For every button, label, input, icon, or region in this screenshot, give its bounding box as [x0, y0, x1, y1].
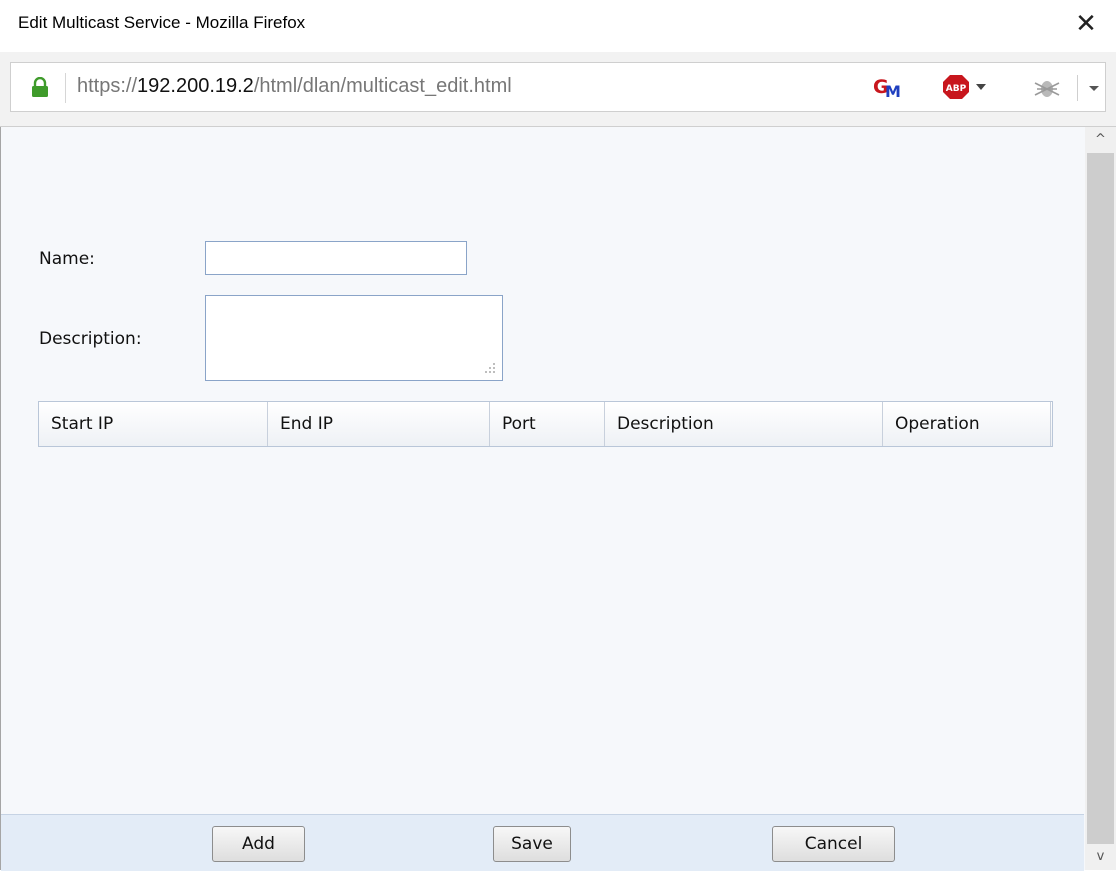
scroll-down-button[interactable]: v — [1085, 844, 1116, 870]
save-button[interactable]: Save — [493, 826, 571, 862]
url-host: 192.200.19.2 — [137, 75, 254, 97]
page-content: Name: Description: Start IP End IP Port … — [0, 127, 1085, 871]
url-path: /html/dlan/multicast_edit.html — [253, 75, 512, 97]
column-header-operation[interactable]: Operation — [883, 402, 1051, 446]
description-label: Description: — [39, 329, 142, 349]
toolbar-divider — [1077, 75, 1078, 101]
lock-icon[interactable] — [31, 77, 49, 97]
column-header-port[interactable]: Port — [490, 402, 605, 446]
window-title: Edit Multicast Service - Mozilla Firefox — [18, 13, 306, 32]
firebug-icon[interactable] — [1033, 75, 1061, 101]
greasemonkey-icon[interactable]: G M — [873, 75, 903, 99]
scroll-up-button[interactable]: ^ — [1085, 127, 1116, 153]
close-window-button[interactable]: ✕ — [1068, 6, 1104, 42]
name-label: Name: — [39, 249, 95, 269]
url-scheme: https:// — [77, 75, 138, 97]
svg-text:ABP: ABP — [946, 84, 967, 94]
name-input[interactable] — [205, 241, 467, 275]
multicast-table-header: Start IP End IP Port Description Operati… — [38, 401, 1053, 447]
menu-arrow-icon[interactable] — [1087, 81, 1101, 95]
url-bar[interactable]: https://192.200.19.2/html/dlan/multicast… — [10, 62, 1106, 112]
url-text[interactable]: https://192.200.19.2/html/dlan/multicast… — [77, 75, 512, 98]
resize-grip-icon[interactable] — [483, 361, 497, 375]
cancel-button[interactable]: Cancel — [772, 826, 895, 862]
column-header-description[interactable]: Description — [605, 402, 883, 446]
scrollbar-thumb[interactable] — [1087, 153, 1114, 844]
add-button[interactable]: Add — [212, 826, 305, 862]
column-header-end-ip[interactable]: End IP — [268, 402, 490, 446]
svg-text:M: M — [885, 82, 901, 99]
vertical-scrollbar[interactable]: ^ v — [1085, 127, 1116, 870]
window-titlebar: Edit Multicast Service - Mozilla Firefox… — [0, 0, 1116, 52]
navigation-toolbar: https://192.200.19.2/html/dlan/multicast… — [0, 52, 1116, 127]
dialog-footer: Add Save Cancel — [1, 814, 1084, 871]
adblock-plus-icon[interactable]: ABP — [943, 74, 993, 100]
description-textarea[interactable] — [205, 295, 503, 381]
column-header-start-ip[interactable]: Start IP — [39, 402, 268, 446]
url-bar-divider — [65, 73, 66, 103]
